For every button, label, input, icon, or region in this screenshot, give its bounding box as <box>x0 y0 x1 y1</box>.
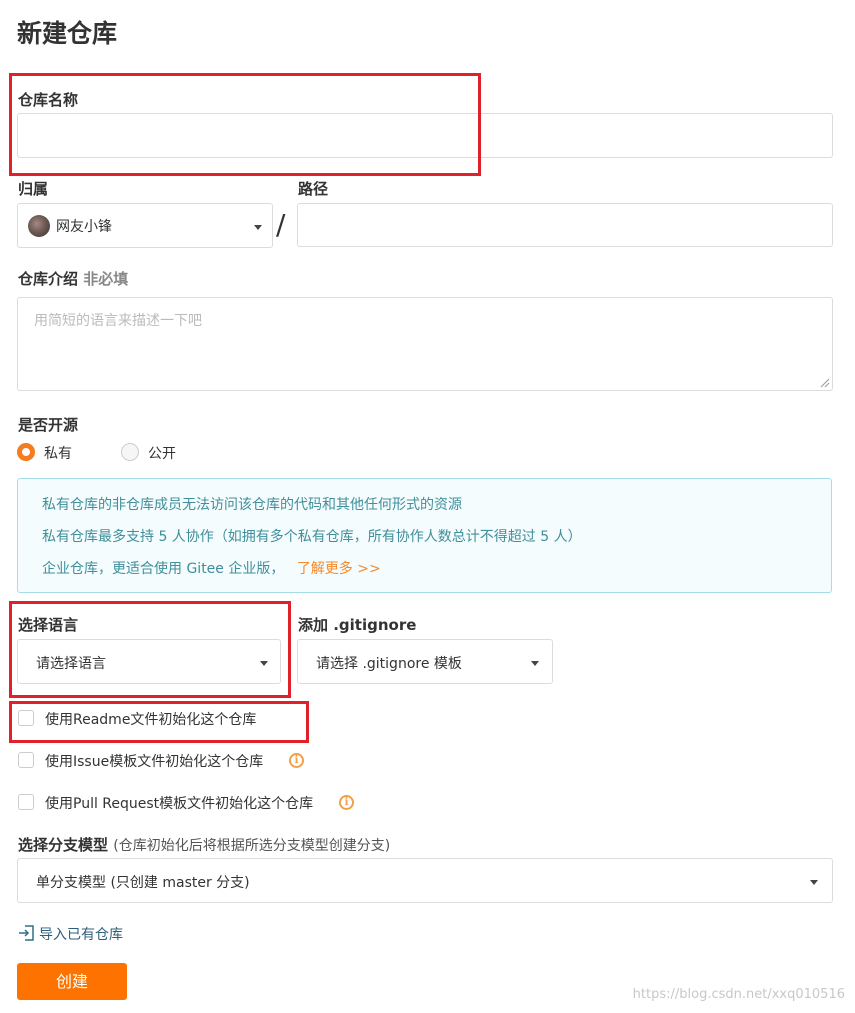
private-repo-notice: 私有仓库的非仓库成员无法访问该仓库的代码和其他任何形式的资源 私有仓库最多支持 … <box>17 478 832 593</box>
visibility-label: 是否开源 <box>18 416 79 434</box>
radio-public-label[interactable]: 公开 <box>148 443 176 463</box>
annotation-box-repo-name <box>9 73 481 176</box>
path-label: 路径 <box>298 180 329 198</box>
owner-select[interactable]: 网友小锋 <box>17 203 273 248</box>
resize-handle-icon[interactable] <box>820 378 830 388</box>
gitignore-selected-value: 请选择 .gitignore 模板 <box>316 656 462 672</box>
intro-placeholder: 用简短的语言来描述一下吧 <box>34 313 202 329</box>
watermark: https://blog.csdn.net/xxq010516 <box>632 987 845 1002</box>
radio-public[interactable] <box>121 443 139 461</box>
checkbox-pr-template-label[interactable]: 使用Pull Request模板文件初始化这个仓库 <box>45 793 313 813</box>
intro-label-text: 仓库介绍 <box>18 270 79 288</box>
owner-selected-value: 网友小锋 <box>56 219 112 235</box>
notice-line-2: 私有仓库最多支持 5 人协作（如拥有多个私有仓库，所有协作人数总计不得超过 5 … <box>42 529 582 545</box>
import-icon <box>19 925 34 941</box>
page-title: 新建仓库 <box>17 19 118 48</box>
avatar <box>28 215 50 237</box>
notice-line-3-text: 企业仓库，更适合使用 Gitee 企业版， <box>42 561 285 577</box>
path-input[interactable] <box>297 203 833 247</box>
radio-private-label[interactable]: 私有 <box>44 443 72 463</box>
annotation-box-language <box>9 601 291 698</box>
checkbox-pr-template[interactable] <box>18 794 34 810</box>
info-icon[interactable]: i <box>339 795 354 810</box>
chevron-down-icon <box>810 880 818 885</box>
import-repo-label[interactable]: 导入已有仓库 <box>39 924 123 944</box>
checkbox-issue-template[interactable] <box>18 752 34 768</box>
path-separator: / <box>276 208 286 241</box>
gitignore-select[interactable]: 请选择 .gitignore 模板 <box>297 639 553 684</box>
branch-model-selected-value: 单分支模型 (只创建 master 分支) <box>36 875 250 891</box>
info-icon[interactable]: i <box>289 753 304 768</box>
annotation-box-readme <box>9 701 309 743</box>
notice-line-1: 私有仓库的非仓库成员无法访问该仓库的代码和其他任何形式的资源 <box>42 497 462 513</box>
checkbox-issue-template-label[interactable]: 使用Issue模板文件初始化这个仓库 <box>45 751 263 771</box>
branch-model-label-text: 选择分支模型 <box>18 836 109 854</box>
learn-more-link[interactable]: 了解更多 >> <box>297 561 381 577</box>
create-button[interactable]: 创建 <box>17 963 127 1000</box>
notice-line-3: 企业仓库，更适合使用 Gitee 企业版， 了解更多 >> <box>42 558 381 578</box>
intro-label: 仓库介绍 非必填 <box>18 268 128 289</box>
intro-textarea[interactable]: 用简短的语言来描述一下吧 <box>17 297 833 391</box>
gitignore-label: 添加 .gitignore <box>298 616 417 634</box>
branch-model-note: (仓库初始化后将根据所选分支模型创建分支) <box>113 838 391 854</box>
owner-label: 归属 <box>18 180 49 198</box>
branch-model-label: 选择分支模型 (仓库初始化后将根据所选分支模型创建分支) <box>18 834 390 855</box>
intro-optional-text: 非必填 <box>83 270 129 288</box>
chevron-down-icon <box>531 661 539 666</box>
branch-model-select[interactable]: 单分支模型 (只创建 master 分支) <box>17 858 833 903</box>
chevron-down-icon <box>254 225 262 230</box>
radio-private[interactable] <box>17 443 35 461</box>
